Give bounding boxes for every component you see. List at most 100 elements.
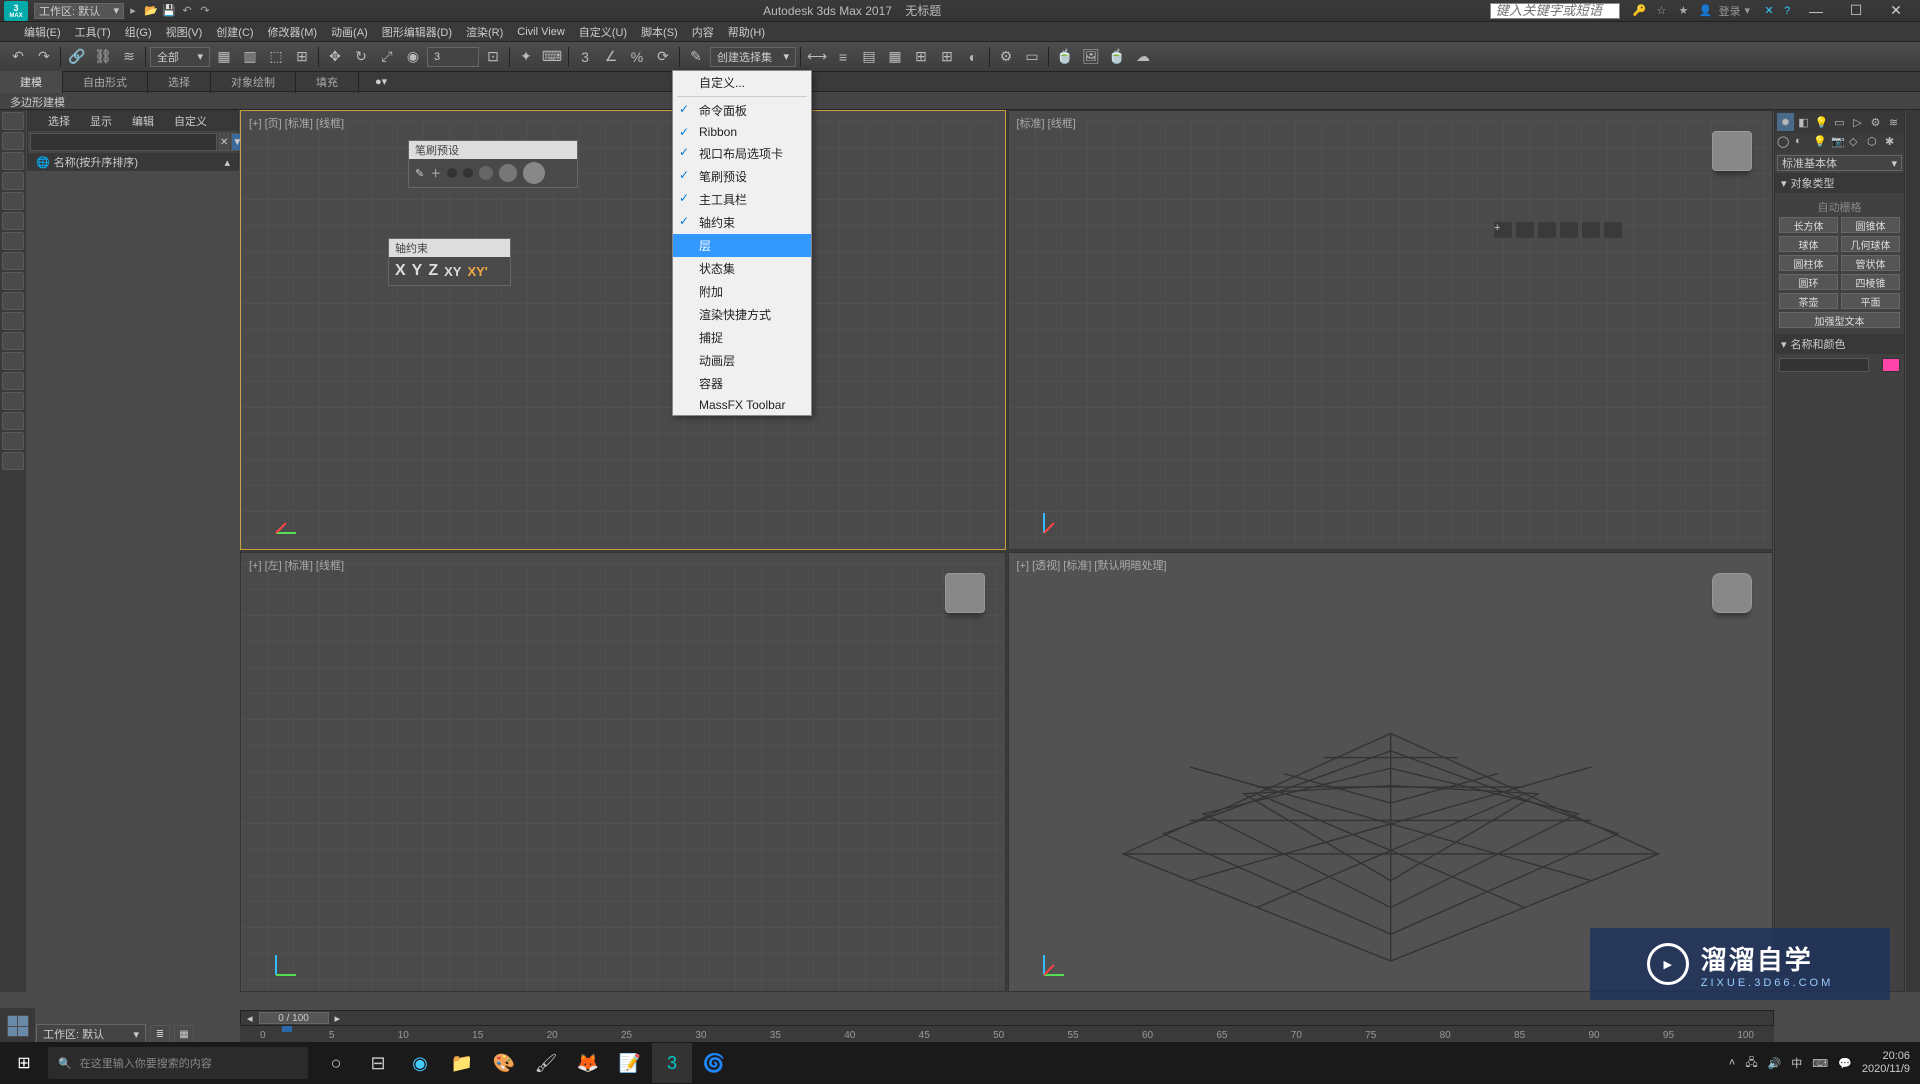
vp-tool-add[interactable]: + [1494, 222, 1512, 238]
helpers-subtab[interactable]: ◇ [1849, 135, 1866, 151]
app-3-icon[interactable]: 🌀 [694, 1043, 734, 1083]
viewport-front[interactable]: [标准] [线框] [1008, 110, 1774, 550]
geometry-subtab[interactable]: ◯ [1777, 135, 1794, 151]
selection-filter[interactable]: 全部▾ [150, 47, 210, 67]
menu-customize[interactable]: 自定义(U) [579, 24, 627, 40]
next-key-icon[interactable]: ▸ [329, 1012, 347, 1025]
menu-modifiers[interactable]: 修改器(M) [268, 24, 318, 40]
menu-tools[interactable]: 工具(T) [75, 24, 111, 40]
pivot-button[interactable]: ⊡ [481, 45, 505, 69]
axis-constraints-panel[interactable]: 轴约束 X Y Z XY XY' [388, 238, 511, 286]
rendered-frame-button[interactable]: ▭ [1020, 45, 1044, 69]
layers-button[interactable]: ≣ [150, 1025, 170, 1043]
left-tool-16[interactable] [2, 412, 24, 430]
rotate-button[interactable]: ↻ [349, 45, 373, 69]
left-tool-11[interactable] [2, 312, 24, 330]
undo-icon[interactable]: ↶ [179, 3, 195, 19]
name-color-rollout[interactable]: ▾名称和颜色 [1775, 334, 1904, 354]
brush-size-5[interactable] [523, 162, 545, 184]
menu-item[interactable]: MassFX Toolbar [673, 395, 811, 415]
primitive-button[interactable]: 茶壶 [1779, 293, 1838, 309]
right-scroll[interactable] [1906, 110, 1920, 992]
unlink-button[interactable]: ⛓ [91, 45, 115, 69]
left-tool-9[interactable] [2, 272, 24, 290]
favorite-icon[interactable]: ★ [1675, 3, 1691, 19]
spinner-snap-button[interactable]: ⟳ [651, 45, 675, 69]
render-prod-button[interactable]: 🍵 [1053, 45, 1077, 69]
scene-tab-edit[interactable]: 编辑 [132, 113, 154, 129]
new-icon[interactable]: ▸ [125, 3, 141, 19]
tab-modeling[interactable]: 建模 [0, 71, 63, 93]
shapes-subtab[interactable]: ◐ [1795, 135, 1812, 151]
display-tab[interactable]: ▷ [1849, 113, 1866, 131]
primitive-button[interactable]: 圆环 [1779, 274, 1838, 290]
spacewarps-subtab[interactable]: ⬡ [1867, 135, 1884, 151]
create-tab[interactable]: ✹ [1777, 113, 1794, 131]
align-button[interactable]: ≡ [831, 45, 855, 69]
time-handle[interactable]: 0 / 100 [259, 1012, 329, 1024]
explorer-icon[interactable]: 📁 [442, 1043, 482, 1083]
primitive-button[interactable]: 管状体 [1841, 255, 1900, 271]
taskbar-search[interactable]: 🔍在这里输入你要搜索的内容 [48, 1047, 308, 1079]
viewport-label[interactable]: [标准] [线框] [1017, 115, 1076, 131]
workspace-selector[interactable]: 工作区: 默认▾ [34, 3, 124, 19]
curve-editor-button[interactable]: ⊞ [909, 45, 933, 69]
brush-size-3[interactable] [479, 166, 493, 180]
viewport-label[interactable]: [+] [左] [标准] [线框] [249, 557, 344, 573]
menu-item[interactable]: 附加 [673, 280, 811, 303]
open-icon[interactable]: 📂 [143, 3, 159, 19]
menu-group[interactable]: 组(G) [125, 24, 152, 40]
cortana-icon[interactable]: ○ [316, 1043, 356, 1083]
cameras-subtab[interactable]: 📷 [1831, 135, 1848, 151]
layer-button[interactable]: ▤ [857, 45, 881, 69]
brush-size-1[interactable] [447, 168, 457, 178]
primitive-button[interactable]: 四棱锥 [1841, 274, 1900, 290]
mirror-button[interactable]: ⟷ [805, 45, 829, 69]
star-icon[interactable]: ☆ [1653, 3, 1669, 19]
close-button[interactable]: ✕ [1876, 1, 1916, 21]
network-icon[interactable]: 🖧 [1745, 1054, 1757, 1073]
bind-button[interactable]: ≋ [117, 45, 141, 69]
viewport-label[interactable]: [+] [透视] [标准] [默认明暗处理] [1017, 557, 1167, 573]
left-tool-5[interactable] [2, 192, 24, 210]
viewport-layout-button[interactable] [7, 1015, 29, 1037]
brush-presets-title[interactable]: 笔刷预设 [409, 141, 577, 159]
axis-y-button[interactable]: Y [412, 262, 423, 280]
menu-item[interactable]: ✓Ribbon [673, 122, 811, 142]
menu-item[interactable]: 渲染快捷方式 [673, 303, 811, 326]
primitive-button[interactable]: 平面 [1841, 293, 1900, 309]
menu-item[interactable]: 容器 [673, 372, 811, 395]
render-iter-button[interactable]: 🖼 [1079, 45, 1103, 69]
left-tool-2[interactable] [2, 132, 24, 150]
tab-freeform[interactable]: 自由形式 [63, 71, 148, 93]
menu-scripting[interactable]: 脚本(S) [641, 24, 678, 40]
ime-icon[interactable]: 中 [1791, 1055, 1802, 1071]
help-search-input[interactable] [1490, 3, 1620, 19]
left-tool-13[interactable] [2, 352, 24, 370]
menu-item[interactable]: 层 [673, 234, 811, 257]
window-crossing-button[interactable]: ⊞ [290, 45, 314, 69]
axis-constraints-title[interactable]: 轴约束 [389, 239, 510, 257]
left-tool-18[interactable] [2, 452, 24, 470]
menu-civilview[interactable]: Civil View [517, 26, 564, 38]
scale-button[interactable]: ⤢ [375, 45, 399, 69]
viewport-top[interactable]: [+] [页] [标准] [线框] [240, 110, 1006, 550]
menu-animation[interactable]: 动画(A) [331, 24, 368, 40]
viewport-left[interactable]: [+] [左] [标准] [线框] [240, 552, 1006, 992]
edge-icon[interactable]: ◉ [400, 1043, 440, 1083]
left-tool-17[interactable] [2, 432, 24, 450]
help-icon[interactable]: ? [1779, 3, 1795, 19]
taskview-icon[interactable]: ⊟ [358, 1043, 398, 1083]
ref-coord-system[interactable]: 3 [427, 47, 479, 67]
menu-item[interactable]: ✓视口布局选项卡 [673, 142, 811, 165]
notepad-icon[interactable]: 📝 [610, 1043, 650, 1083]
save-icon[interactable]: 💾 [161, 3, 177, 19]
hierarchy-tab[interactable]: 💡 [1813, 113, 1830, 131]
menu-item[interactable]: ✓命令面板 [673, 99, 811, 122]
clear-filter-button[interactable]: ✕ [219, 133, 229, 151]
brush-size-4[interactable] [499, 164, 517, 182]
tab-selection[interactable]: 选择 [148, 71, 211, 93]
menu-grapheditors[interactable]: 图形编辑器(D) [382, 24, 452, 40]
primitive-button[interactable]: 几何球体 [1841, 236, 1900, 252]
app-1-icon[interactable]: 🎨 [484, 1043, 524, 1083]
